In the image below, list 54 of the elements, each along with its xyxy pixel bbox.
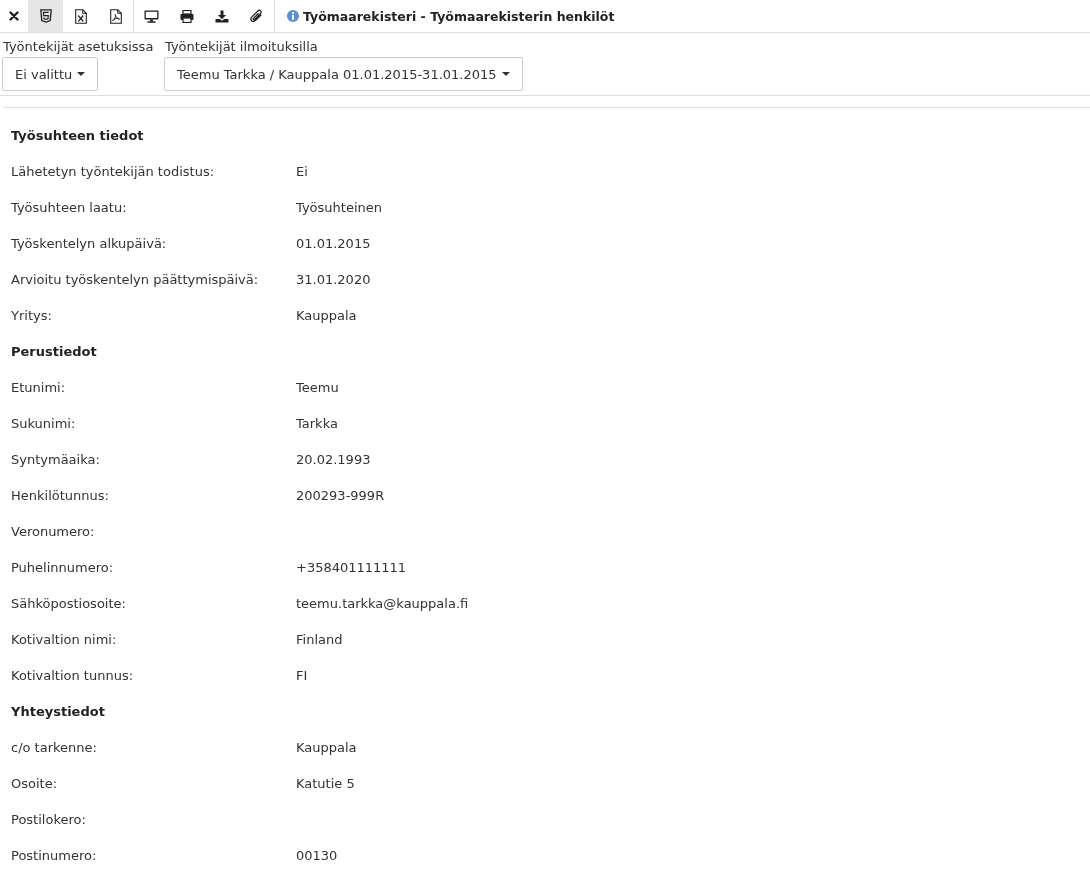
field-value: 20.02.1993 [296,451,371,467]
field-label: Puhelinnumero: [11,559,114,575]
field-value: Kauppala [296,307,357,323]
section-heading: Perustiedot [11,343,97,359]
pdf-file-icon [109,8,122,24]
field-value: FI [296,667,308,683]
field-label: c/o tarkenne: [11,739,97,755]
caret-icon [501,72,510,76]
section-heading: Työsuhteen tiedot [11,127,144,143]
page-title: Työmaarekisteri - Työmaarekisterin henkilöt [303,8,615,24]
excel-file-icon [74,8,87,24]
monitor-icon [144,9,159,23]
field-value: 200293-999R [296,487,385,503]
field-value: Finland [296,631,343,647]
paperclip-icon [250,9,263,23]
field-label: Työsuhteen laatu: [11,199,127,215]
field-value: Ei [296,163,308,179]
close-icon [9,11,19,21]
field-value: 00130 [296,847,338,863]
field-value: teemu.tarkka@kauppala.fi [296,595,469,611]
field-label: Syntymäaika: [11,451,100,467]
filter-label: Työntekijät ilmoituksilla [164,38,319,56]
field-value: Katutie 5 [296,775,355,791]
field-value: Kauppala [296,739,357,755]
printer-icon [179,9,194,23]
html-export-button[interactable] [28,0,63,32]
field-label: Postinumero: [11,847,97,863]
field-label: Kotivaltion nimi: [11,631,117,647]
field-label: Arvioitu työskentelyn päättymispäivä: [11,271,259,287]
field-label: Henkilötunnus: [11,487,109,503]
field-label: Yritys: [11,307,52,323]
field-label: Lähetetyn työntekijän todistus: [11,163,215,179]
filter-dropdown[interactable]: Ei valittu [2,57,99,91]
info-icon [287,10,299,22]
field-label: Kotivaltion tunnus: [11,667,134,683]
html5-icon [39,9,52,23]
filter-label: Työntekijät asetuksissa [2,38,155,56]
field-label: Postilokero: [11,811,86,827]
field-value: Teemu [296,379,339,395]
field-label: Osoite: [11,775,58,791]
field-value: 01.01.2015 [296,235,371,251]
download-icon [214,9,229,23]
field-label: Sukunimi: [11,415,76,431]
field-value: Työsuhteinen [296,199,382,215]
field-label: Veronumero: [11,523,95,539]
section-heading: Yhteystiedot [11,703,105,719]
field-label: Sähköpostiosoite: [11,595,126,611]
filter-dropdown[interactable]: Teemu Tarkka / Kauppala 01.01.2015-31.01.2015 [164,57,523,91]
caret-icon [77,72,86,76]
field-value: Tarkka [296,415,338,431]
field-label: Työskentelyn alkupäivä: [11,235,167,251]
field-value: +358401111111 [296,559,407,575]
field-label: Etunimi: [11,379,66,395]
field-value: 31.01.2020 [296,271,371,287]
